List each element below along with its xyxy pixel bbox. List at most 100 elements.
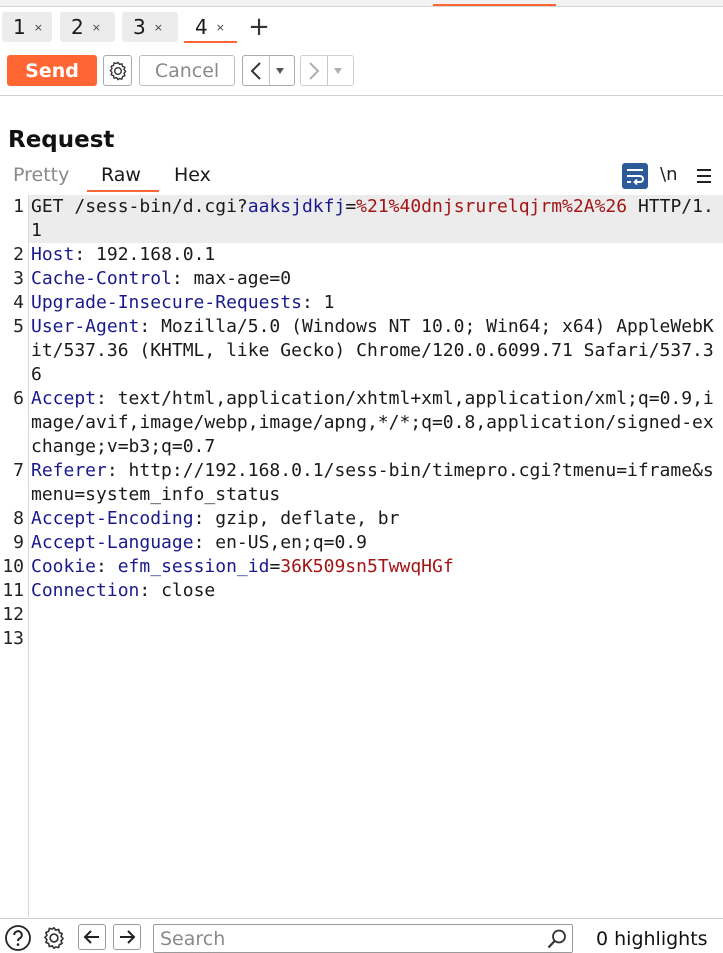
line-number: 10 [2,556,24,577]
active-tab-underline [87,190,159,192]
tab-label: 1 [13,15,26,39]
header-name: Host [31,244,75,265]
wrap-lines-icon [627,169,644,185]
request-line-content[interactable]: GET /sess-bin/d.cgi?aaksjdkfj=%21%40dnjs… [29,195,723,243]
header-line-content[interactable]: Connection: close [29,579,723,603]
window-top-strip [0,0,723,7]
header-line: 2 Host: 192.168.0.1 [0,243,723,267]
chevron-right-icon [309,61,320,80]
help-button[interactable] [4,924,32,952]
header-line-content[interactable]: Cookie: efm_session_id=36K509sn5TwwqHGf [29,555,723,579]
send-button[interactable]: Send [7,55,97,86]
show-newlines-toggle[interactable]: \n [660,164,677,185]
line-number: 1 [13,196,24,217]
header-value: text/html,application/xhtml+xml,applicat… [31,388,714,457]
header-line-content[interactable]: Host: 192.168.0.1 [29,243,723,267]
close-icon[interactable]: × [92,21,101,34]
add-tab-button[interactable]: + [246,12,272,42]
message-view-tabs: Pretty Raw Hex \n [0,160,723,194]
chevron-left-icon [250,61,261,80]
back-button[interactable] [243,56,269,85]
tab-2[interactable]: 2 × [60,12,115,42]
empty-line: 13 [0,627,723,651]
close-icon[interactable]: × [34,21,43,34]
tab-3[interactable]: 3 × [122,12,178,42]
tab-1[interactable]: 1 × [2,12,52,42]
header-value: gzip, deflate, br [215,508,400,529]
back-history-dropdown[interactable] [269,56,289,85]
wrap-lines-button[interactable] [622,163,648,189]
tab-label: 4 [195,15,208,39]
history-back-group [242,55,295,86]
header-line-content[interactable]: Upgrade-Insecure-Requests: 1 [29,291,723,315]
header-name: Accept [31,388,97,409]
request-toolbar: Send Cancel [0,48,723,96]
search-footer: 0 highlights [0,918,723,953]
line-number: 4 [13,292,24,313]
tab-4[interactable]: 4 × [184,12,237,43]
history-forward-group [300,55,354,86]
close-icon[interactable]: × [154,21,163,34]
close-icon[interactable]: × [216,21,225,34]
cancel-button[interactable]: Cancel [139,55,235,86]
forward-history-dropdown[interactable] [327,56,347,85]
request-line: 1 GET /sess-bin/d.cgi?aaksjdkfj=%21%40dn… [0,195,723,243]
help-icon [5,925,31,951]
header-line: 7 Referer: http://192.168.0.1/sess-bin/t… [0,459,723,507]
search-input[interactable] [154,925,539,952]
http-method: GET [31,196,64,217]
line-number: 13 [2,628,24,649]
request-tab-bar: 1 × 2 × 3 × 4 × + [0,8,723,44]
settings-button[interactable] [103,55,132,86]
query-param-value: %21%40dnjsrurelqjrm%2A%26 [356,196,628,217]
header-line-content[interactable]: Accept: text/html,application/xhtml+xml,… [29,387,723,459]
header-line: 11 Connection: close [0,579,723,603]
header-name: Referer [31,460,107,481]
header-line-content[interactable]: Cache-Control: max-age=0 [29,267,723,291]
header-name: Upgrade-Insecure-Requests [31,292,302,313]
forward-button[interactable] [301,56,327,85]
header-line: 10 Cookie: efm_session_id=36K509sn5TwwqH… [0,555,723,579]
line-number: 11 [2,580,24,601]
empty-line-content[interactable] [29,603,723,627]
gear-icon [109,61,126,80]
search-settings-button[interactable] [40,924,68,952]
hamburger-menu-icon[interactable] [695,166,713,186]
tab-label: 3 [133,15,146,39]
header-line-content[interactable]: User-Agent: Mozilla/5.0 (Windows NT 10.0… [29,315,723,387]
header-value: 1 [323,292,335,313]
arrow-right-icon [120,930,136,944]
line-number: 8 [13,508,24,529]
tab-hex[interactable]: Hex [174,164,211,186]
raw-request-editor[interactable]: 1 GET /sess-bin/d.cgi?aaksjdkfj=%21%40dn… [0,195,723,917]
tab-raw[interactable]: Raw [101,164,141,186]
header-line-content[interactable]: Accept-Encoding: gzip, deflate, br [29,507,723,531]
request-lines: 1 GET /sess-bin/d.cgi?aaksjdkfj=%21%40dn… [0,195,723,651]
empty-line-content[interactable] [29,627,723,651]
header-value: en-US,en;q=0.9 [215,532,367,553]
header-line: 4 Upgrade-Insecure-Requests: 1 [0,291,723,315]
header-line-content[interactable]: Accept-Language: en-US,en;q=0.9 [29,531,723,555]
line-number: 6 [13,388,24,409]
previous-match-button[interactable] [78,924,106,950]
chevron-down-icon [275,67,284,74]
header-name: Accept-Language [31,532,194,553]
active-window-indicator [433,4,556,6]
header-name: User-Agent [31,316,140,337]
header-line: 6 Accept: text/html,application/xhtml+xm… [0,387,723,459]
header-line: 8 Accept-Encoding: gzip, deflate, br [0,507,723,531]
line-number: 2 [13,244,24,265]
header-line-content[interactable]: Referer: http://192.168.0.1/sess-bin/tim… [29,459,723,507]
empty-line: 12 [0,603,723,627]
header-name: Cookie [31,556,97,577]
header-name: Cache-Control [31,268,172,289]
header-line: 5 User-Agent: Mozilla/5.0 (Windows NT 10… [0,315,723,387]
request-panel-title: Request [8,127,115,153]
header-name: Accept-Encoding [31,508,194,529]
header-value: max-age=0 [193,268,292,289]
tab-pretty[interactable]: Pretty [13,164,69,186]
cookie-value: 36K509sn5TwwqHGf [280,556,454,577]
gear-icon [44,926,64,950]
arrow-left-icon [83,930,99,944]
next-match-button[interactable] [113,924,141,950]
